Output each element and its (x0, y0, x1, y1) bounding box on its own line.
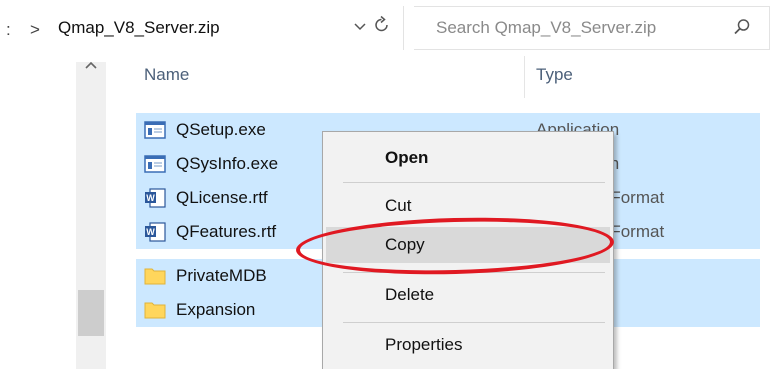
file-name[interactable]: QFeatures.rtf (176, 222, 276, 242)
application-icon (144, 155, 166, 173)
breadcrumb-overflow[interactable]: : (6, 20, 11, 40)
scroll-thumb[interactable] (78, 290, 104, 336)
menu-item-delete[interactable]: Delete (385, 285, 434, 305)
folder-name[interactable]: Expansion (176, 300, 255, 320)
folder-icon (144, 268, 166, 285)
application-icon (144, 121, 166, 139)
word-document-icon: W (145, 222, 166, 242)
search-input[interactable]: Search Qmap_V8_Server.zip (436, 18, 656, 38)
column-header-type[interactable]: Type (536, 65, 573, 85)
svg-text:W: W (146, 227, 155, 237)
menu-item-cut[interactable]: Cut (385, 196, 411, 216)
svg-text:W: W (146, 193, 155, 203)
chevron-down-icon[interactable] (352, 18, 368, 34)
address-bar-row: : > Qmap_V8_Server.zip Search Qmap_V8_Se… (0, 0, 774, 62)
file-name[interactable]: QSetup.exe (176, 120, 266, 140)
navigation-pane (0, 62, 76, 369)
menu-separator (343, 182, 605, 183)
breadcrumb-separator[interactable]: > (30, 20, 40, 40)
scroll-up-arrow-icon[interactable] (82, 56, 100, 74)
folder-icon (144, 302, 166, 319)
menu-separator (343, 322, 605, 323)
file-name[interactable]: QLicense.rtf (176, 188, 268, 208)
file-name[interactable]: QSysInfo.exe (176, 154, 278, 174)
folder-name[interactable]: PrivateMDB (176, 266, 267, 286)
breadcrumb-current-folder[interactable]: Qmap_V8_Server.zip (58, 18, 220, 38)
menu-item-open[interactable]: Open (385, 148, 428, 168)
menu-item-properties[interactable]: Properties (385, 335, 462, 355)
word-document-icon: W (145, 188, 166, 208)
refresh-icon[interactable] (372, 14, 392, 36)
column-header-name[interactable]: Name (144, 65, 189, 85)
search-icon[interactable] (732, 17, 752, 37)
column-divider[interactable] (524, 56, 525, 98)
